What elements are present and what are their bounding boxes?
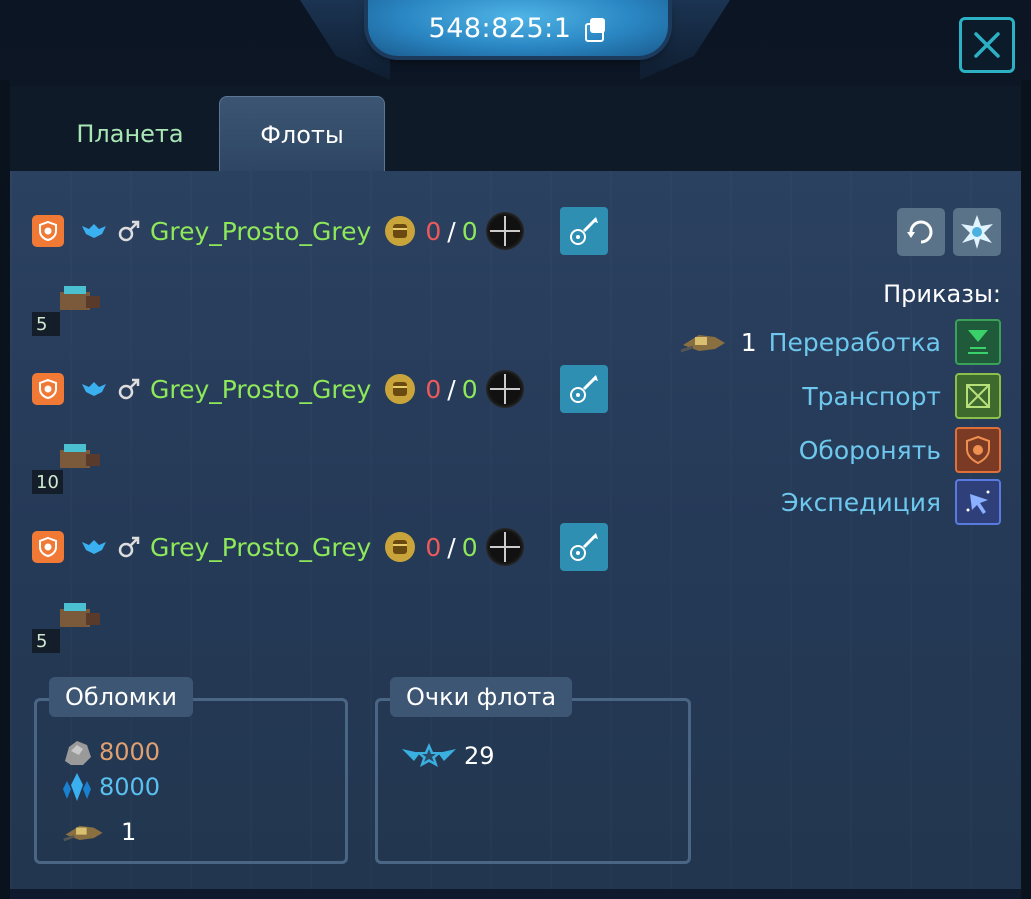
fleets-panel: Grey_Prosto_Grey 0 / 0 5 Grey_Prosto_Gre…	[10, 171, 1021, 889]
attack-button[interactable]	[559, 207, 608, 255]
recycler-ship-icon	[63, 825, 103, 842]
recycler-count: 1	[740, 327, 757, 357]
debris-title: Обломки	[49, 677, 193, 717]
missile-target-icon	[569, 533, 598, 561]
defend-icon[interactable]	[955, 427, 1001, 473]
close-button[interactable]	[959, 17, 1015, 73]
losses-count: 0	[461, 532, 478, 562]
alliance-shield-icon	[32, 531, 64, 563]
ship-count: 5	[32, 629, 60, 653]
missile-target-icon	[569, 375, 598, 403]
wins-count: 0	[425, 374, 442, 404]
player-name[interactable]: Grey_Prosto_Grey	[150, 375, 371, 404]
debris-crystal-row: 8000	[61, 771, 160, 803]
frame-left-border	[0, 80, 10, 899]
tab-planet[interactable]: Планета	[50, 96, 210, 172]
debris-crystal-value: 8000	[99, 773, 161, 801]
debris-box: Обломки 8000 8000 1	[34, 677, 348, 864]
fleet-row: Grey_Prosto_Grey 0 / 0	[32, 523, 608, 571]
cargo-ship-icon	[60, 286, 100, 310]
order-label-transport[interactable]: Транспорт	[802, 382, 941, 411]
fleet-points-box: Очки флота 29	[375, 677, 691, 864]
star-wings-icon	[402, 743, 456, 767]
rank-wings-icon	[82, 540, 106, 554]
score-separator: /	[447, 374, 456, 404]
rank-wings-icon	[82, 224, 106, 238]
transport-icon[interactable]	[955, 373, 1001, 419]
male-symbol-icon	[118, 378, 140, 400]
fist-icon	[385, 532, 416, 562]
tab-fleets[interactable]: Флоты	[219, 96, 385, 173]
tabs-bar: Планета Флоты	[10, 86, 1021, 173]
fleet-points-title: Очки флота	[390, 677, 573, 717]
fist-icon	[385, 374, 416, 404]
ship-count: 5	[32, 312, 60, 336]
fist-icon	[385, 216, 416, 246]
order-expedition[interactable]: Экспедиция	[781, 478, 1001, 526]
refresh-button[interactable]	[897, 208, 945, 256]
orders-title: Приказы:	[883, 280, 1001, 308]
order-defend[interactable]: Оборонять	[799, 426, 1001, 474]
male-symbol-icon	[118, 220, 140, 242]
explosion-button[interactable]	[953, 208, 1001, 256]
coordinates-header: 548:825:1	[368, 0, 668, 56]
crosshair-icon	[485, 528, 524, 566]
close-icon	[974, 32, 1000, 58]
rank-wings-icon	[82, 382, 106, 396]
order-recycle[interactable]: 1 Переработка	[679, 318, 1001, 366]
copy-icon[interactable]	[583, 16, 607, 42]
attack-button[interactable]	[559, 523, 608, 571]
alliance-shield-icon	[32, 373, 64, 405]
player-name[interactable]: Grey_Prosto_Grey	[150, 217, 371, 246]
debris-recycler-count: 1	[121, 818, 137, 846]
frame-right-border	[1021, 80, 1031, 899]
debris-metal-row: 8000	[61, 737, 160, 767]
order-label-recycle[interactable]: Переработка	[769, 328, 941, 357]
order-transport[interactable]: Транспорт	[802, 372, 1001, 420]
debris-metal-value: 8000	[99, 738, 161, 766]
cargo-ship-icon	[60, 603, 100, 627]
debris-recycler-row: 1	[61, 817, 136, 847]
order-label-expedition[interactable]: Экспедиция	[781, 488, 941, 517]
order-label-defend[interactable]: Оборонять	[799, 436, 941, 465]
explosion-icon	[961, 215, 993, 249]
refresh-icon	[907, 220, 933, 244]
wins-count: 0	[425, 532, 442, 562]
recycle-icon[interactable]	[955, 319, 1001, 365]
ship-count: 10	[32, 470, 63, 494]
attack-button[interactable]	[559, 365, 608, 413]
losses-count: 0	[461, 374, 478, 404]
crystal-icon	[63, 773, 91, 801]
fleet-points-value: 29	[464, 742, 495, 770]
fleet-points-row: 29	[400, 739, 495, 773]
crosshair-icon	[485, 212, 524, 250]
missile-target-icon	[569, 217, 598, 245]
fleet-row: Grey_Prosto_Grey 0 / 0	[32, 207, 608, 255]
expedition-icon[interactable]	[955, 479, 1001, 525]
losses-count: 0	[461, 216, 478, 246]
coordinates-text: 548:825:1	[428, 12, 572, 44]
fleet-row: Grey_Prosto_Grey 0 / 0	[32, 365, 608, 413]
wins-count: 0	[425, 216, 442, 246]
male-symbol-icon	[118, 536, 140, 558]
score-separator: /	[447, 216, 456, 246]
metal-icon	[65, 741, 91, 765]
player-name[interactable]: Grey_Prosto_Grey	[150, 533, 371, 562]
score-separator: /	[447, 532, 456, 562]
recycler-ship-icon	[680, 335, 725, 353]
alliance-shield-icon	[32, 215, 64, 247]
crosshair-icon	[485, 370, 524, 408]
